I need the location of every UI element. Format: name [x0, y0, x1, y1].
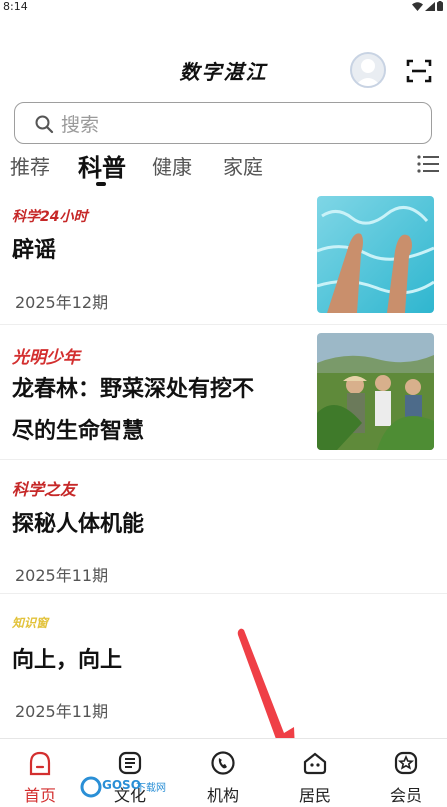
search-icon: [35, 115, 54, 134]
wifi-icon: [412, 1, 423, 11]
publication-logo: 知识窗: [12, 616, 49, 630]
battery-icon: [437, 1, 443, 11]
nav-member-label: 会员: [389, 786, 422, 805]
phone-icon: [211, 751, 235, 775]
article-title: 辟谣: [12, 238, 57, 263]
watermark-subtext: 下载网: [136, 783, 166, 794]
article-title-line1: 龙春林：野菜深处有挖不: [12, 377, 255, 402]
bottom-nav: 首页 文化 机构 居民 会员: [0, 738, 447, 807]
scan-icon[interactable]: [406, 58, 432, 84]
article-thumbnail: [317, 333, 434, 450]
tab-recommend[interactable]: 推荐: [10, 151, 50, 180]
feet-in-pool-image: [317, 196, 434, 313]
publication-logo: 光明少年: [12, 348, 80, 368]
article-item[interactable]: 光明少年 龙春林：野菜深处有挖不 尽的生命智慧: [0, 325, 447, 460]
article-issue: 2025年12期: [15, 293, 109, 312]
nav-residents-label: 居民: [298, 786, 331, 805]
tab-health[interactable]: 健康: [152, 151, 192, 180]
researchers-in-field-image: [317, 333, 434, 450]
search-input[interactable]: 搜索: [61, 110, 99, 137]
article-item[interactable]: 科学之友 探秘人体机能 2025年11期: [0, 460, 447, 594]
status-time: 8:14: [3, 0, 28, 13]
residents-icon: [303, 752, 327, 775]
nav-member[interactable]: 会员: [366, 739, 446, 807]
tab-science[interactable]: 科普: [78, 148, 126, 183]
nav-home[interactable]: 首页: [0, 739, 80, 807]
status-icons: [412, 1, 443, 11]
active-tab-indicator: [96, 182, 106, 186]
article-title-line2: 尽的生命智慧: [12, 419, 145, 444]
article-issue: 2025年11期: [15, 702, 109, 721]
status-bar: 8:14: [0, 0, 447, 16]
signal-icon: [425, 1, 435, 11]
category-menu-icon[interactable]: [417, 154, 439, 174]
nav-institution-label: 机构: [206, 786, 239, 805]
category-tabs: 推荐 科普 健康 家庭: [0, 148, 447, 190]
avatar[interactable]: [350, 52, 386, 88]
article-thumbnail: [317, 196, 434, 313]
nav-institution[interactable]: 机构: [183, 739, 263, 807]
goso-logo-icon: [80, 776, 102, 798]
article-item[interactable]: 科学24小时 辟谣 2025年12期: [0, 190, 447, 325]
nav-residents[interactable]: 居民: [275, 739, 355, 807]
user-avatar-icon: [355, 59, 381, 86]
article-item[interactable]: 知识窗 向上，向上 2025年11期: [0, 594, 447, 734]
tab-family[interactable]: 家庭: [223, 151, 263, 180]
article-issue: 2025年11期: [15, 566, 109, 585]
search-bar[interactable]: 搜索: [14, 102, 432, 144]
header: 数字湛江: [0, 48, 447, 96]
nav-home-label: 首页: [23, 786, 56, 805]
goso-watermark: GOSO 下载网: [80, 776, 166, 798]
home-icon: [29, 751, 51, 776]
culture-icon: [118, 751, 142, 775]
publication-logo: 科学24小时: [12, 209, 88, 225]
article-title: 探秘人体机能: [12, 512, 145, 537]
member-icon: [394, 751, 418, 775]
article-title: 向上，向上: [12, 648, 123, 673]
publication-logo: 科学之友: [12, 480, 77, 499]
